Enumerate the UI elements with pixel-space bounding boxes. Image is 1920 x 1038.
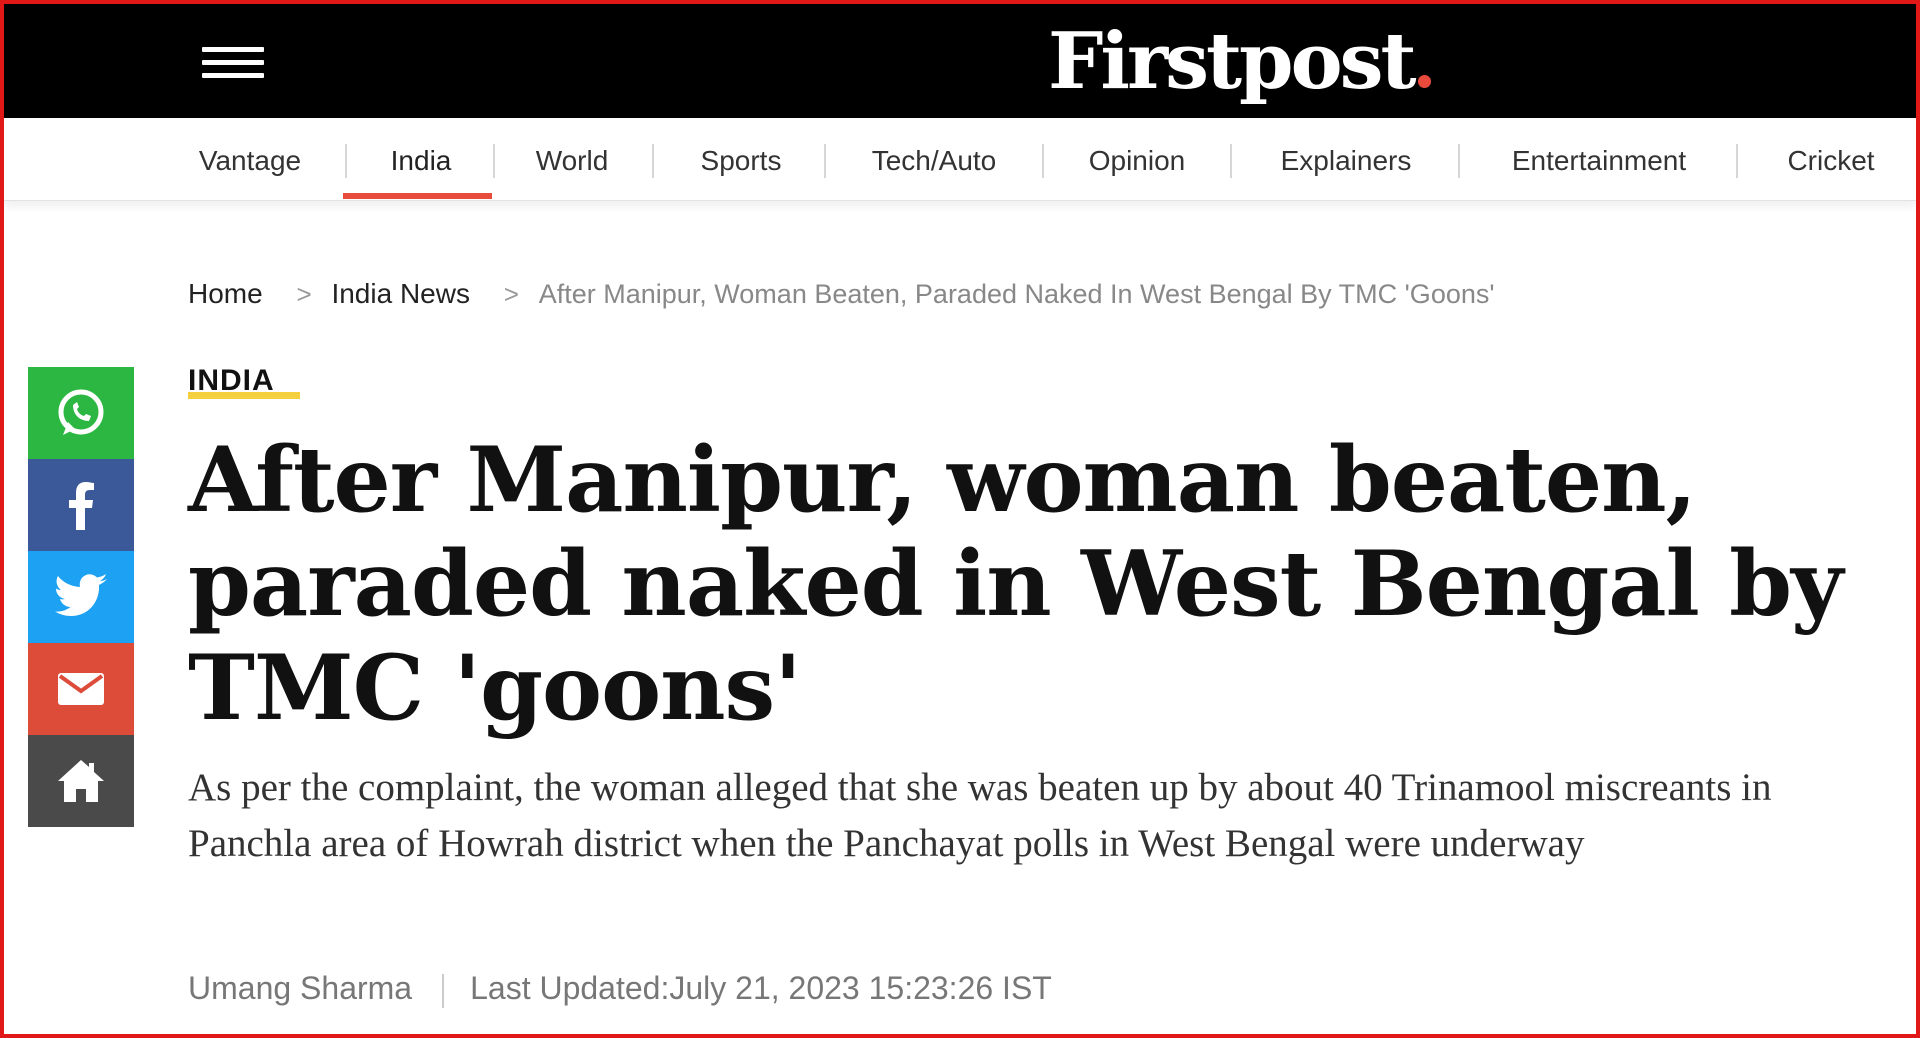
nav-active-indicator xyxy=(343,193,492,199)
chevron-right-icon: > xyxy=(296,279,312,309)
article-headline: After Manipur, woman beaten, paraded nak… xyxy=(188,427,1843,741)
nav-item-sports[interactable]: Sports xyxy=(670,118,812,200)
home-icon xyxy=(58,760,104,802)
logo-dot xyxy=(1417,75,1431,88)
top-bar: Firstpost xyxy=(4,4,1916,118)
breadcrumb-home[interactable]: Home xyxy=(188,278,263,309)
twitter-icon xyxy=(55,574,107,616)
logo-text: Firstpost xyxy=(1048,16,1417,107)
share-facebook-button[interactable] xyxy=(28,459,134,551)
nav-item-explainers[interactable]: Explainers xyxy=(1254,118,1438,200)
nav-item-world[interactable]: World xyxy=(508,118,636,200)
breadcrumb: Home > India News > After Manipur, Woman… xyxy=(188,276,1495,312)
share-bar xyxy=(28,367,134,827)
site-logo[interactable]: Firstpost xyxy=(1048,12,1431,112)
chevron-right-icon: > xyxy=(503,279,519,309)
nav-divider xyxy=(493,144,495,178)
facebook-icon xyxy=(69,482,94,530)
article-summary: As per the complaint, the woman alleged … xyxy=(188,766,1772,865)
share-twitter-button[interactable] xyxy=(28,551,134,643)
nav-item-cricket[interactable]: Cricket xyxy=(1756,118,1906,200)
nav-item-india[interactable]: India xyxy=(354,118,488,200)
nav-item-entertainment[interactable]: Entertainment xyxy=(1484,118,1714,200)
last-updated: Last Updated:July 21, 2023 15:23:26 IST xyxy=(470,970,1052,1006)
section-nav: Vantage India World Sports Tech/Auto Opi… xyxy=(4,118,1916,201)
share-whatsapp-button[interactable] xyxy=(28,367,134,459)
email-icon xyxy=(58,673,104,705)
nav-item-vantage[interactable]: Vantage xyxy=(170,118,330,200)
nav-item-tech-auto[interactable]: Tech/Auto xyxy=(844,118,1024,200)
nav-divider xyxy=(824,144,826,178)
author-name[interactable]: Umang Sharma xyxy=(188,970,412,1006)
whatsapp-icon xyxy=(58,389,104,435)
breadcrumb-current: After Manipur, Woman Beaten, Paraded Nak… xyxy=(538,279,1495,309)
breadcrumb-section[interactable]: India News xyxy=(331,278,470,309)
nav-divider xyxy=(345,144,347,178)
share-email-button[interactable] xyxy=(28,643,134,735)
category-underline xyxy=(188,392,300,399)
nav-item-opinion[interactable]: Opinion xyxy=(1062,118,1212,200)
nav-divider xyxy=(652,144,654,178)
share-home-button[interactable] xyxy=(28,735,134,827)
nav-divider xyxy=(1458,144,1460,178)
menu-icon[interactable] xyxy=(202,47,264,81)
nav-divider xyxy=(1736,144,1738,178)
meta-divider xyxy=(442,973,445,1008)
nav-divider xyxy=(1230,144,1232,178)
nav-divider xyxy=(1042,144,1044,178)
article-meta: Umang Sharma Last Updated:July 21, 2023 1… xyxy=(188,970,1052,1008)
